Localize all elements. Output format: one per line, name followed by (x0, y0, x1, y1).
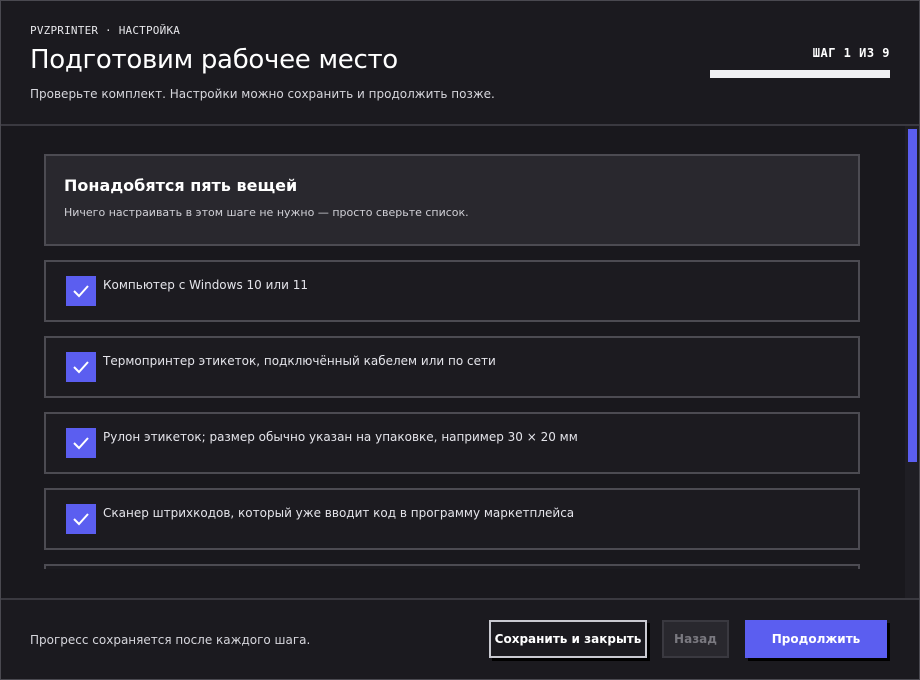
step-indicator-label: ШАГ 1 ИЗ 9 (812, 46, 890, 60)
checkbox-checked[interactable] (66, 504, 96, 534)
intro-card: Понадобятся пять вещей Ничего настраиват… (44, 154, 860, 246)
step-progress-fill (710, 70, 890, 78)
checklist-item-label: Рулон этикеток; размер обычно указан на … (103, 430, 578, 444)
checkbox-checked[interactable] (66, 276, 96, 306)
page-subtitle: Проверьте комплект. Настройки можно сохр… (30, 87, 495, 101)
breadcrumb: PVZPRINTER · НАСТРОЙКА (30, 24, 181, 37)
checklist-item-label: Компьютер с Windows 10 или 11 (103, 278, 308, 292)
checklist-item-labels-roll[interactable]: Рулон этикеток; размер обычно указан на … (44, 412, 860, 474)
checklist-item-label: Термопринтер этикеток, подключённый кабе… (103, 354, 496, 368)
intro-title: Понадобятся пять вещей (64, 176, 298, 195)
footer-progress-note: Прогресс сохраняется после каждого шага. (30, 633, 311, 647)
step-progress-bar (710, 70, 890, 78)
checkmark-icon (73, 513, 89, 526)
checklist-item-scanner[interactable]: Сканер штрихкодов, который уже вводит ко… (44, 488, 860, 550)
footer: Прогресс сохраняется после каждого шага.… (1, 598, 919, 679)
checklist-item-computer[interactable]: Компьютер с Windows 10 или 11 (44, 260, 860, 322)
checkbox-checked[interactable] (66, 352, 96, 382)
scrollbar-thumb[interactable] (908, 129, 917, 462)
checkmark-icon (73, 285, 89, 298)
checklist-item-partial[interactable] (44, 564, 860, 569)
checklist-item-printer[interactable]: Термопринтер этикеток, подключённый кабе… (44, 336, 860, 398)
checklist-item-label: Сканер штрихкодов, который уже вводит ко… (103, 506, 575, 520)
back-button[interactable]: Назад (662, 620, 729, 658)
header: PVZPRINTER · НАСТРОЙКА Подготовим рабоче… (1, 1, 919, 126)
setup-window: PVZPRINTER · НАСТРОЙКА Подготовим рабоче… (0, 0, 920, 680)
page-title: Подготовим рабочее место (30, 45, 398, 75)
checkmark-icon (73, 437, 89, 450)
intro-text: Ничего настраивать в этом шаге не нужно … (64, 206, 469, 219)
save-and-close-button[interactable]: Сохранить и закрыть (489, 620, 647, 658)
continue-button[interactable]: Продолжить (745, 620, 887, 658)
checkbox-checked[interactable] (66, 428, 96, 458)
content-scrollbar[interactable] (905, 126, 919, 600)
content-area: Понадобятся пять вещей Ничего настраиват… (1, 126, 905, 569)
checkmark-icon (73, 361, 89, 374)
